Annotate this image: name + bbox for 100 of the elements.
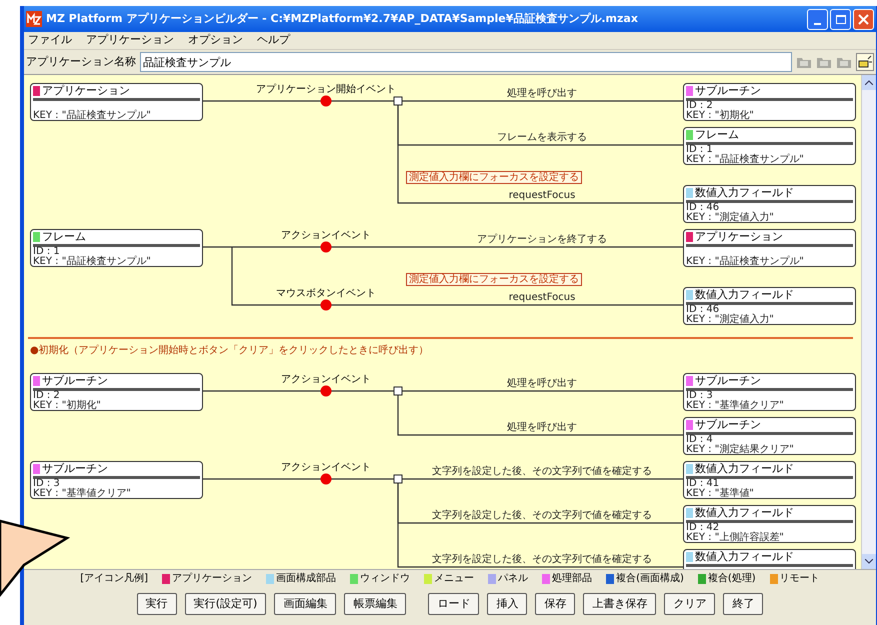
action-label: アプリケーションを終了する bbox=[477, 234, 607, 246]
junction-icon[interactable] bbox=[394, 386, 402, 396]
minimize-button[interactable] bbox=[807, 8, 828, 30]
event-label: アクションイベント bbox=[281, 462, 371, 473]
legend-label: 複合(画面構成) bbox=[616, 572, 684, 586]
node-title: サブルーチン bbox=[42, 375, 108, 387]
toolbar-button[interactable]: クリア bbox=[664, 593, 716, 615]
component-node[interactable]: 数値入力フィールド ID : 42 KEY : "上側許容誤差" bbox=[683, 505, 856, 543]
app-logo-icon bbox=[26, 11, 42, 27]
component-icon bbox=[686, 130, 693, 140]
action-label: requestFocus bbox=[508, 190, 576, 202]
toolbar-button[interactable]: 画面編集 bbox=[274, 593, 336, 615]
component-node[interactable]: サブルーチン ID : 4 KEY : "測定結果クリア" bbox=[683, 417, 856, 455]
legend-label: メニュー bbox=[434, 572, 474, 586]
vertical-scrollbar[interactable] bbox=[861, 75, 876, 569]
node-title: 数値入力フィールド bbox=[695, 507, 794, 519]
lamp-icon[interactable] bbox=[856, 53, 874, 71]
component-node[interactable]: サブルーチン ID : 3 KEY : "基準値クリア" bbox=[683, 373, 856, 411]
node-key: KEY : "品証検査サンプル" bbox=[33, 257, 200, 266]
component-node[interactable]: フレーム ID : 1 KEY : "品証検査サンプル" bbox=[30, 229, 203, 267]
component-node[interactable]: 数値入力フィールド ID : 46 KEY : "測定値入力" bbox=[683, 185, 856, 223]
component-node[interactable]: 数値入力フィールド ID : 41 KEY : "基準値" bbox=[683, 461, 856, 499]
node-key: KEY : "測定値入力" bbox=[686, 213, 853, 222]
node-title: 数値入力フィールド bbox=[695, 187, 794, 199]
component-node[interactable]: アプリケーション KEY : "品証検査サンプル" bbox=[683, 229, 856, 267]
component-icon bbox=[33, 376, 40, 386]
node-key: KEY : "品証検査サンプル" bbox=[33, 111, 200, 120]
window-title: MZ Platform アプリケーションビルダー - C:¥MZPlatform¥2.7¥AP_DATA¥Sample¥品証検査サンプル.mzax bbox=[46, 10, 638, 27]
node-title: サブルーチン bbox=[42, 463, 108, 475]
legend-label: パネル bbox=[498, 572, 528, 586]
node-key: KEY : "基準値クリア" bbox=[33, 489, 200, 498]
component-icon bbox=[686, 420, 693, 430]
node-id: ID : 42 bbox=[686, 522, 720, 533]
component-node[interactable]: アプリケーション KEY : "品証検査サンプル" bbox=[30, 83, 203, 121]
node-id: ID : 4 bbox=[686, 434, 713, 445]
component-icon bbox=[686, 290, 693, 300]
toolbar-button[interactable]: 挿入 bbox=[487, 593, 528, 615]
toolbar-button[interactable]: 実行 bbox=[136, 593, 177, 615]
action-label: requestFocus bbox=[508, 292, 576, 304]
node-key: KEY : "基準値" bbox=[686, 489, 853, 498]
event-dot[interactable] bbox=[320, 242, 332, 252]
node-key: KEY : "上側許容誤差" bbox=[686, 533, 853, 542]
node-id: ID : 1 bbox=[33, 246, 60, 257]
node-id: ID : 41 bbox=[686, 478, 720, 489]
component-icon bbox=[686, 552, 693, 562]
component-icon bbox=[686, 188, 693, 198]
note-label: 測定値入力欄にフォーカスを設定する bbox=[406, 171, 582, 184]
event-dot[interactable] bbox=[320, 300, 332, 310]
app-name-label: アプリケーション名称 bbox=[26, 54, 136, 70]
menu-item[interactable]: アプリケーション bbox=[86, 32, 174, 49]
event-dot[interactable] bbox=[320, 474, 332, 484]
component-node[interactable]: サブルーチン ID : 3 KEY : "基準値クリア" bbox=[30, 461, 203, 499]
node-key: KEY : "初期化" bbox=[33, 401, 200, 410]
junction-icon[interactable] bbox=[394, 96, 402, 106]
event-dot[interactable] bbox=[320, 386, 332, 396]
legend-label: アプリケーション bbox=[172, 572, 252, 586]
component-node[interactable]: フレーム ID : 1 KEY : "品証検査サンプル" bbox=[683, 127, 856, 165]
toolbar-button[interactable]: 実行(設定可) bbox=[184, 593, 266, 615]
toolbar-button[interactable]: 帳票編集 bbox=[344, 593, 406, 615]
node-title: 数値入力フィールド bbox=[695, 289, 794, 301]
action-label: 処理を呼び出す bbox=[507, 378, 577, 390]
node-title: サブルーチン bbox=[695, 375, 761, 387]
event-label: アクションイベント bbox=[281, 374, 371, 385]
app-name-field[interactable]: 品証検査サンプル bbox=[140, 52, 792, 72]
component-node[interactable]: 数値入力フィールド bbox=[683, 549, 856, 569]
action-label: 文字列を設定した後、その文字列で値を確定する bbox=[432, 510, 652, 522]
node-title: アプリケーション bbox=[42, 85, 130, 97]
node-title: アプリケーション bbox=[695, 231, 783, 243]
close-button[interactable] bbox=[853, 8, 874, 30]
component-icon bbox=[686, 376, 693, 386]
action-label: フレームを表示する bbox=[497, 132, 587, 144]
action-label: 処理を呼び出す bbox=[507, 422, 577, 434]
section-heading: ●初期化（アプリケーション開始時とボタン「クリア」をクリックしたときに呼び出す） bbox=[30, 345, 429, 357]
scroll-up-icon[interactable] bbox=[862, 75, 876, 90]
menu-item[interactable]: オプション bbox=[188, 32, 243, 49]
event-dot[interactable] bbox=[320, 96, 332, 106]
maximize-button[interactable] bbox=[830, 8, 851, 30]
junction-icon[interactable] bbox=[394, 474, 402, 484]
node-title: フレーム bbox=[695, 129, 739, 141]
component-icon bbox=[33, 86, 40, 96]
node-title: 数値入力フィールド bbox=[695, 551, 794, 563]
component-icon bbox=[686, 232, 693, 242]
component-icon bbox=[33, 232, 40, 242]
component-node[interactable]: サブルーチン ID : 2 KEY : "初期化" bbox=[30, 373, 203, 411]
legend-label: 処理部品 bbox=[552, 572, 592, 586]
legend-label: 複合(処理) bbox=[708, 572, 756, 586]
component-node[interactable]: サブルーチン ID : 2 KEY : "初期化" bbox=[683, 83, 856, 121]
event-label: アクションイベント bbox=[281, 230, 371, 241]
node-key: KEY : "品証検査サンプル" bbox=[686, 257, 853, 266]
toolbar-button[interactable]: 保存 bbox=[535, 593, 576, 615]
menu-item[interactable]: ヘルプ bbox=[257, 32, 290, 49]
note-label: 測定値入力欄にフォーカスを設定する bbox=[406, 273, 582, 286]
component-node[interactable]: 数値入力フィールド ID : 46 KEY : "測定値入力" bbox=[683, 287, 856, 325]
legend-label: 画面構成部品 bbox=[276, 572, 336, 586]
toolbar-button[interactable]: 上書き保存 bbox=[583, 593, 656, 615]
node-key: KEY : "基準値クリア" bbox=[686, 401, 853, 410]
menu-item[interactable]: ファイル bbox=[28, 32, 72, 49]
toolbar-button[interactable]: ロード bbox=[428, 593, 480, 615]
toolbar-button[interactable]: 終了 bbox=[723, 593, 764, 615]
scroll-down-icon[interactable] bbox=[862, 554, 876, 569]
